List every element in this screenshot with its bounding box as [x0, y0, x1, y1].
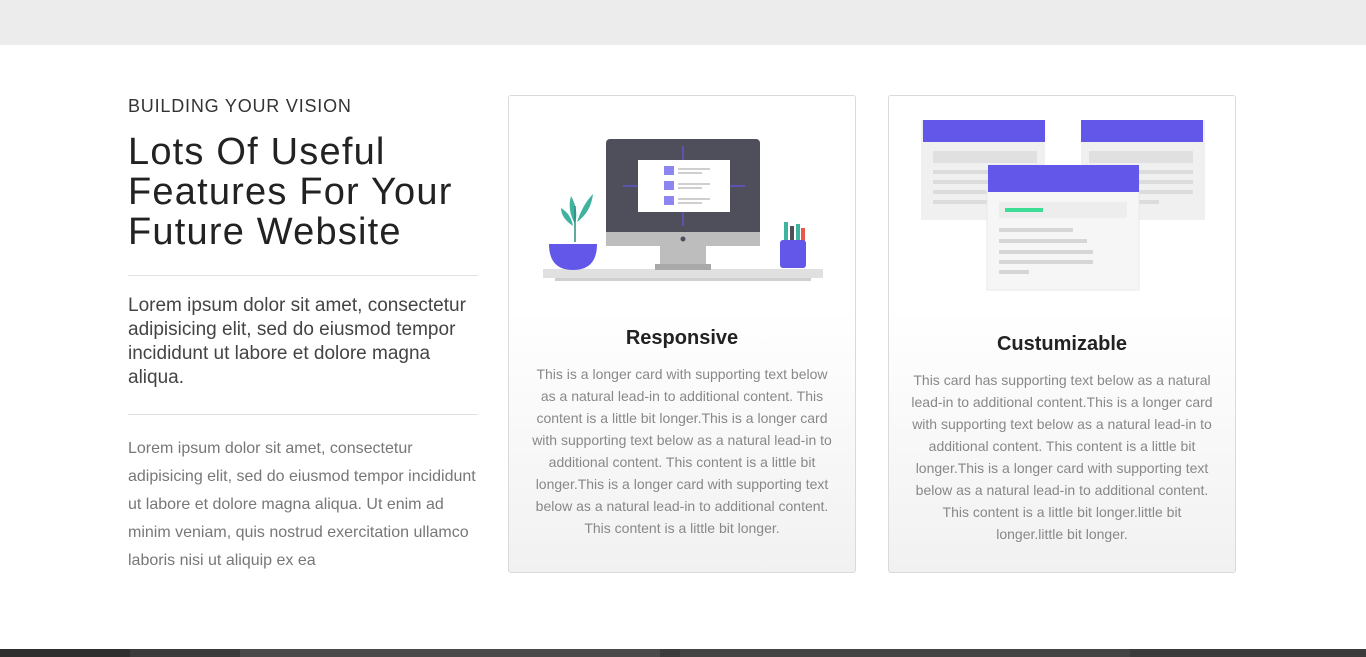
headline-line: Future Website — [128, 211, 402, 253]
desktop-monitor-illustration — [543, 139, 823, 281]
card-title: Custumizable — [996, 333, 1128, 355]
layout-windows-illustration — [921, 120, 1205, 291]
lead-paragraph: Lorem ipsum dolor sit amet, consectetur … — [128, 295, 466, 388]
headline-line: Lots Of Useful — [128, 131, 386, 173]
divider — [128, 414, 478, 415]
body-paragraph: Lorem ipsum dolor sit amet, consectetur … — [128, 440, 476, 569]
card-text: This is a longer card with supporting te… — [532, 366, 832, 536]
intro-section: BUILDING YOUR VISION Lots Of Useful Feat… — [128, 94, 478, 575]
card-title: Responsive — [625, 327, 739, 349]
section-headline: Lots Of Useful Features For Your Future … — [128, 132, 478, 252]
bottom-band — [0, 649, 1366, 657]
divider — [128, 275, 478, 276]
section-eyebrow: BUILDING YOUR VISION — [128, 96, 352, 116]
top-band — [0, 0, 1366, 45]
feature-card-customizable: Custumizable This card has supporting te… — [888, 95, 1236, 573]
card-text: This card has supporting text below as a… — [911, 372, 1213, 542]
feature-card-responsive: Responsive This is a longer card with su… — [508, 95, 856, 573]
headline-line: Features For Your — [128, 171, 453, 213]
